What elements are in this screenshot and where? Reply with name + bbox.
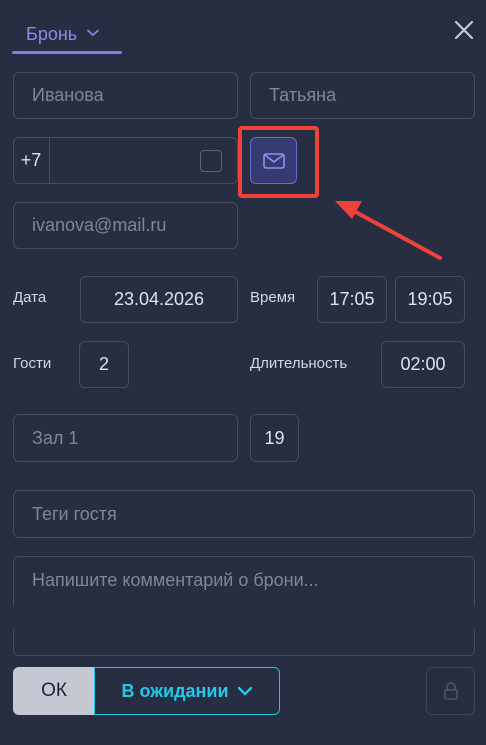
highlight-box — [238, 126, 319, 198]
last-name-placeholder: Иванова — [32, 85, 104, 105]
time-to-value: 19:05 — [407, 289, 453, 309]
table-number-input[interactable]: 19 — [250, 414, 299, 462]
last-name-field[interactable]: Иванова — [13, 72, 238, 119]
time-from-value: 17:05 — [329, 289, 375, 309]
date-label: Дата — [13, 289, 47, 306]
comment-overflow-mask — [13, 606, 475, 630]
email-field[interactable]: ivanova@mail.ru — [13, 202, 238, 249]
lock-icon — [443, 682, 458, 700]
date-input[interactable]: 23.04.2026 — [80, 276, 238, 323]
first-name-field[interactable]: Татьяна — [250, 72, 475, 119]
close-button[interactable] — [450, 16, 478, 44]
table-number-value: 19 — [264, 427, 285, 448]
close-icon — [454, 20, 474, 40]
time-from-input[interactable]: 17:05 — [317, 276, 387, 323]
guests-value: 2 — [98, 354, 109, 374]
comment-placeholder: Напишите комментарий о брони... — [32, 570, 319, 590]
lock-button[interactable] — [426, 667, 475, 715]
duration-input[interactable]: 02:00 — [381, 341, 465, 388]
guest-tags-field[interactable]: Теги гостя — [13, 490, 475, 538]
email-placeholder: ivanova@mail.ru — [32, 215, 167, 235]
tab-underline — [12, 51, 122, 54]
date-value: 23.04.2026 — [113, 289, 205, 309]
status-label: В ожидании — [121, 680, 229, 701]
tab-booking-label: Бронь — [26, 23, 78, 44]
chevron-down-icon — [237, 686, 252, 696]
phone-checkbox[interactable] — [200, 150, 222, 172]
tab-booking[interactable]: Бронь — [12, 14, 122, 54]
guests-input[interactable]: 2 — [79, 341, 129, 388]
duration-label: Длительность — [250, 355, 348, 372]
phone-prefix[interactable]: +7 — [13, 137, 49, 184]
duration-value: 02:00 — [400, 354, 446, 374]
time-label: Время — [250, 289, 296, 306]
status-dropdown[interactable]: В ожидании — [94, 667, 280, 715]
guest-tags-placeholder: Теги гостя — [32, 503, 117, 524]
ok-button-label: ОК — [41, 680, 67, 701]
guests-label: Гости — [13, 355, 52, 372]
ok-button[interactable]: ОК — [13, 667, 95, 715]
hall-placeholder: Зал 1 — [32, 427, 79, 448]
chevron-down-icon — [87, 29, 99, 37]
time-to-input[interactable]: 19:05 — [395, 276, 465, 323]
phone-divider — [49, 138, 50, 184]
first-name-placeholder: Татьяна — [269, 85, 337, 105]
hall-select[interactable]: Зал 1 — [13, 414, 238, 462]
annotation-arrow — [335, 201, 442, 260]
